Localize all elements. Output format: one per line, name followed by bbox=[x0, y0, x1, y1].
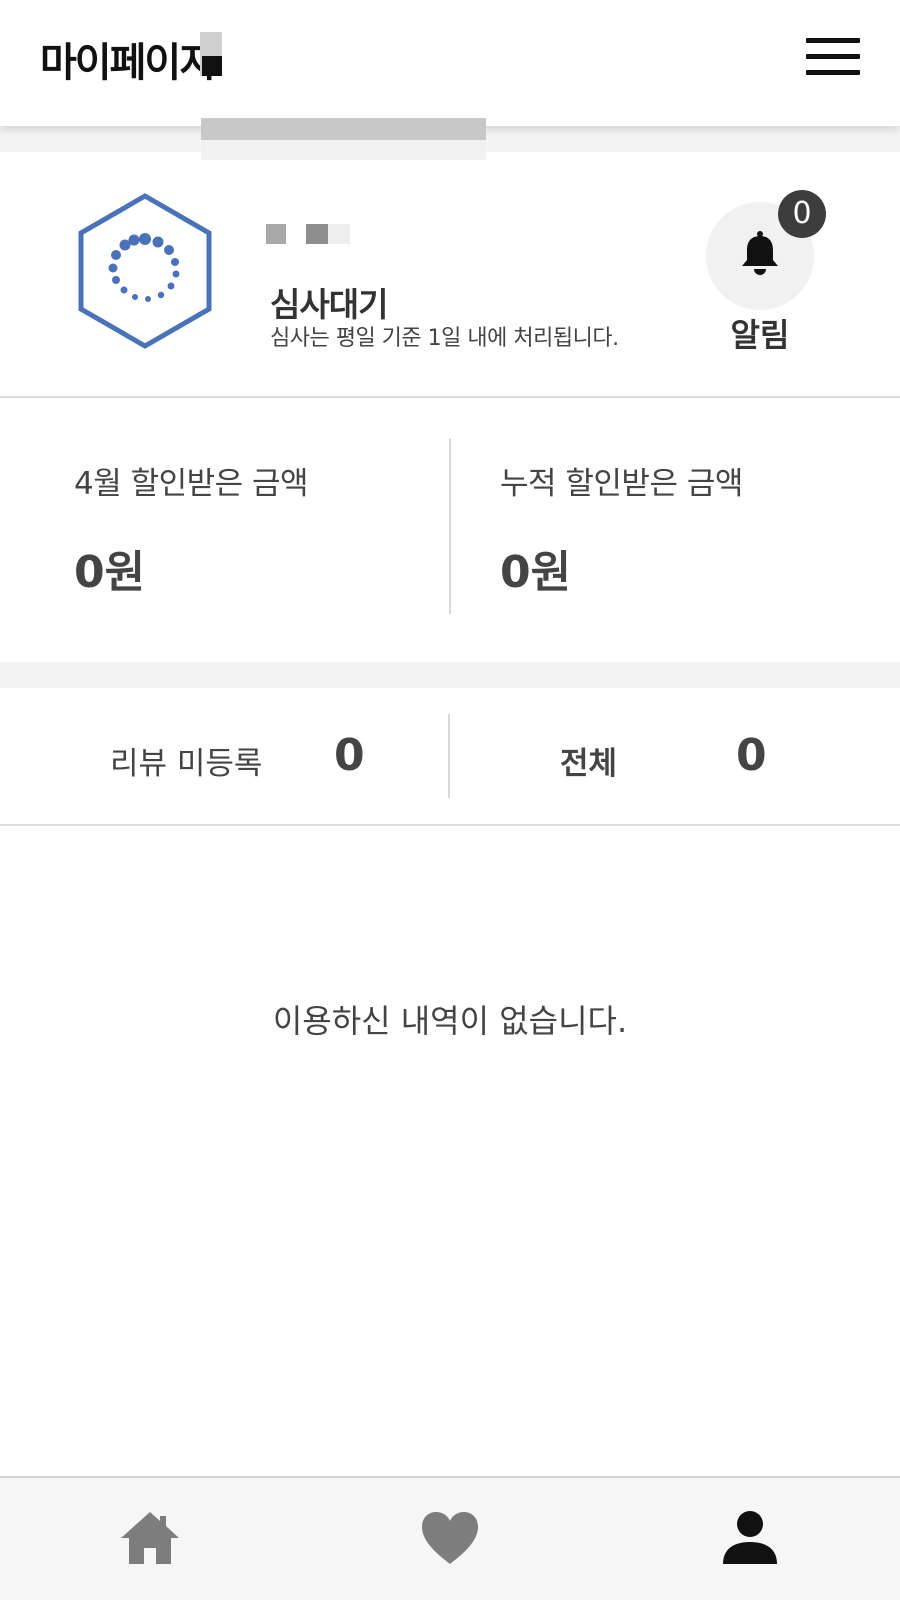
tab-review-unregistered[interactable]: 리뷰 미등록 0 bbox=[0, 688, 448, 824]
redacted-block bbox=[201, 118, 486, 140]
notification-button[interactable]: 0 알림 bbox=[706, 190, 826, 354]
profile-section: 심사대기 심사는 평일 기준 1일 내에 처리됩니다. 0 알림 bbox=[0, 152, 900, 398]
bottom-navigation bbox=[0, 1476, 900, 1600]
discount-stats: 4월 할인받은 금액 0원 누적 할인받은 금액 0원 bbox=[0, 398, 900, 662]
tab-label: 전체 bbox=[560, 746, 618, 782]
menu-line bbox=[806, 70, 860, 75]
review-status-description: 심사는 평일 기준 1일 내에 처리됩니다. bbox=[270, 326, 619, 351]
nav-mypage[interactable] bbox=[717, 1508, 783, 1568]
redacted-block bbox=[202, 56, 222, 76]
stat-value: 0원 bbox=[74, 547, 146, 598]
menu-line bbox=[806, 54, 860, 59]
menu-line bbox=[806, 38, 860, 43]
empty-state-message: 이용하신 내역이 없습니다. bbox=[272, 1002, 628, 1040]
app-header: 마이페이지 bbox=[0, 0, 900, 126]
section-separator bbox=[0, 662, 900, 688]
redacted-block bbox=[201, 140, 486, 160]
nav-favorites[interactable] bbox=[417, 1508, 483, 1568]
stat-label: 누적 할인받은 금액 bbox=[500, 466, 743, 502]
review-status-title: 심사대기 bbox=[270, 285, 388, 324]
nav-home[interactable] bbox=[117, 1508, 183, 1568]
pending-status-icon bbox=[78, 193, 212, 349]
redacted-block bbox=[306, 224, 328, 244]
bell-icon bbox=[742, 231, 778, 275]
tab-count: 0 bbox=[736, 730, 767, 781]
tab-all[interactable]: 전체 0 bbox=[450, 688, 900, 824]
notification-count-badge: 0 bbox=[778, 190, 826, 238]
notification-label: 알림 bbox=[730, 316, 790, 354]
page-title: 마이페이지 bbox=[40, 40, 216, 86]
home-icon bbox=[121, 1512, 179, 1564]
monthly-discount: 4월 할인받은 금액 0원 bbox=[74, 398, 434, 662]
tab-count: 0 bbox=[334, 730, 365, 781]
user-icon bbox=[723, 1511, 777, 1564]
stat-label: 4월 할인받은 금액 bbox=[74, 466, 309, 502]
review-tabs: 리뷰 미등록 0 전체 0 bbox=[0, 688, 900, 826]
heart-icon bbox=[422, 1512, 478, 1564]
tab-label: 리뷰 미등록 bbox=[110, 746, 263, 782]
redacted-block bbox=[328, 224, 350, 244]
total-discount: 누적 할인받은 금액 0원 bbox=[500, 398, 880, 662]
hamburger-menu-icon[interactable] bbox=[806, 38, 860, 78]
divider bbox=[449, 438, 451, 614]
redacted-block bbox=[266, 224, 286, 244]
stat-value: 0원 bbox=[500, 547, 572, 598]
